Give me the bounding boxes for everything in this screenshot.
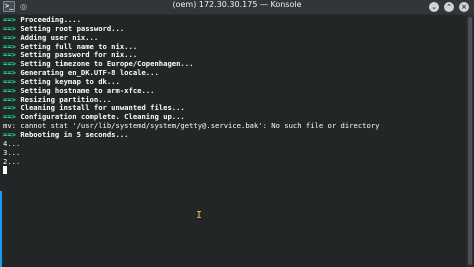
- scrollbar[interactable]: [466, 15, 474, 267]
- line-text: Proceeding....: [20, 16, 81, 24]
- terminal-line: ==> Setting timezone to Europe/Copenhage…: [3, 60, 463, 69]
- line-text: Setting keymap to dk...: [20, 77, 120, 86]
- prompt-arrow: ==>: [3, 33, 16, 42]
- terminal-line: ==> Resizing partition...: [3, 96, 463, 105]
- prompt-arrow: ==>: [3, 130, 16, 139]
- prompt-arrow: ==>: [3, 42, 16, 51]
- scroll-marker: [0, 191, 2, 267]
- terminal-lines: ==> Proceeding.... ==> Setting root passw…: [3, 16, 463, 175]
- terminal-line: ==> Proceeding....: [3, 16, 463, 25]
- close-icon: ×: [461, 3, 467, 11]
- terminal-output[interactable]: ==> Proceeding.... ==> Setting root passw…: [0, 15, 466, 267]
- text-ibeam-icon: I: [196, 210, 203, 221]
- minimize-button[interactable]: ⌄: [429, 2, 439, 12]
- line-text: Configuration complete. Cleaning up...: [20, 113, 185, 122]
- prompt-arrow: ==>: [3, 95, 16, 104]
- terminal-line: 3...: [3, 149, 463, 158]
- line-text: mv: cannot stat '/usr/lib/systemd/system…: [3, 122, 380, 131]
- terminal-line: 4...: [3, 140, 463, 149]
- line-text: Resizing partition...: [20, 95, 112, 104]
- prompt-arrow: ==>: [3, 77, 16, 86]
- line-text: Cleaning install for unwanted files...: [20, 104, 185, 113]
- maximize-icon: ⌃: [446, 3, 452, 11]
- terminal-line: ==> Setting keymap to dk...: [3, 78, 463, 87]
- prompt-arrow: ==>: [3, 16, 16, 24]
- prompt-arrow: ==>: [3, 86, 16, 95]
- line-text: Setting root password...: [20, 24, 125, 33]
- line-text: 4...: [3, 139, 21, 148]
- terminal-line: ==> Configuration complete. Cleaning up.…: [3, 113, 463, 122]
- prompt-arrow: ==>: [3, 51, 16, 60]
- terminal-line: ==> Adding user nix...: [3, 34, 463, 43]
- terminal-line: ==> Setting hostname to arm-xfce...: [3, 87, 463, 96]
- title-bar[interactable]: >_ ◎ (oem) 172.30.30.175 — Konsole ⌄ ⌃ ×: [0, 0, 474, 15]
- line-text: Setting full name to nix...: [20, 42, 138, 51]
- text-cursor: [3, 166, 7, 175]
- line-text: Setting hostname to arm-xfce...: [20, 86, 155, 95]
- terminal-line: ==> Setting password for nix...: [3, 51, 463, 60]
- scrollbar-thumb[interactable]: [468, 17, 472, 265]
- line-text: Setting password for nix...: [20, 51, 138, 60]
- prompt-arrow: ==>: [3, 104, 16, 113]
- prompt-arrow: ==>: [3, 24, 16, 33]
- terminal-line: ==> Setting full name to nix...: [3, 43, 463, 52]
- cursor-line: [3, 166, 463, 175]
- terminal-line: mv: cannot stat '/usr/lib/systemd/system…: [3, 122, 463, 131]
- prompt-arrow: ==>: [3, 113, 16, 122]
- maximize-button[interactable]: ⌃: [444, 2, 454, 12]
- line-text: Rebooting in 5 seconds...: [20, 130, 129, 139]
- terminal-line: ==> Setting root password...: [3, 25, 463, 34]
- terminal-line: ==> Rebooting in 5 seconds...: [3, 131, 463, 140]
- terminal-line: 2...: [3, 158, 463, 167]
- line-text: 2...: [3, 157, 21, 166]
- line-text: Adding user nix...: [20, 33, 99, 42]
- line-text: Setting timezone to Europe/Copenhagen...: [20, 60, 194, 69]
- terminal-line: ==> Generating en_DK.UTF-8 locale...: [3, 69, 463, 78]
- close-button[interactable]: ×: [459, 2, 469, 12]
- prompt-arrow: ==>: [3, 60, 16, 69]
- konsole-window: >_ ◎ (oem) 172.30.30.175 — Konsole ⌄ ⌃ ×…: [0, 0, 474, 267]
- line-text: 3...: [3, 148, 21, 157]
- minimize-icon: ⌄: [431, 3, 437, 11]
- line-text: Generating en_DK.UTF-8 locale...: [20, 69, 159, 78]
- prompt-arrow: ==>: [3, 69, 16, 78]
- window-title: (oem) 172.30.30.175 — Konsole: [172, 0, 302, 9]
- terminal-line: ==> Cleaning install for unwanted files.…: [3, 104, 463, 113]
